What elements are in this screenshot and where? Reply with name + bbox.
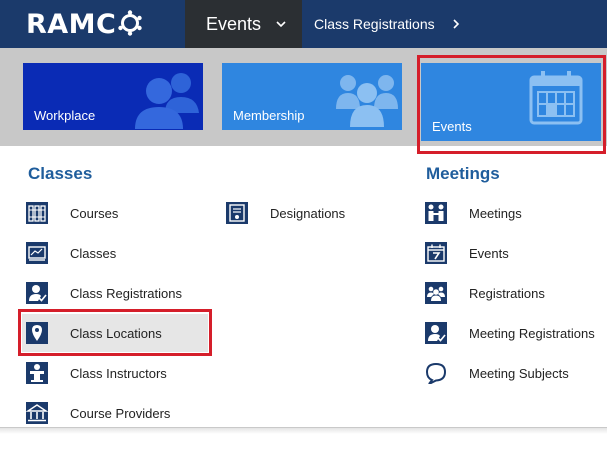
- certificate-icon: [226, 202, 248, 224]
- menu-item-label: Class Instructors: [70, 365, 167, 381]
- menu-item-label: Registrations: [469, 285, 545, 301]
- building-icon: [26, 402, 48, 424]
- users-icon: [135, 73, 199, 129]
- ramco-logo[interactable]: RAMC: [26, 8, 143, 40]
- logo-text: RAMC: [26, 8, 117, 40]
- menu-item-label: Meetings: [469, 205, 522, 221]
- logo-gear-icon: [118, 10, 143, 36]
- menu-item-classes[interactable]: Classes: [26, 241, 116, 265]
- menu-item-label: Course Providers: [70, 405, 171, 421]
- menu-item-meeting-subjects[interactable]: Meeting Subjects: [425, 361, 569, 385]
- menu-item-label: Events: [469, 245, 509, 261]
- chalkboard-icon: [26, 242, 48, 264]
- menu-item-meetings[interactable]: Meetings: [425, 201, 522, 225]
- lectern-icon: [26, 362, 48, 384]
- tile-membership-label: Membership: [233, 108, 305, 123]
- menu-item-label: Meeting Registrations: [469, 325, 595, 341]
- menu-item-label: Designations: [270, 205, 346, 221]
- group-icon: [336, 75, 398, 127]
- breadcrumb-label: Class Registrations: [314, 16, 435, 32]
- meetings-section-title: Meetings: [426, 164, 500, 183]
- chevron-right-icon: [453, 19, 459, 29]
- group-icon: [425, 282, 447, 304]
- tile-workplace[interactable]: Workplace: [23, 63, 203, 130]
- highlight-box-class-locations: [18, 309, 212, 356]
- breadcrumb-class-registrations[interactable]: Class Registrations: [314, 0, 461, 48]
- menu-item-label: Meeting Subjects: [469, 365, 569, 381]
- menu-bottom-shadow: [0, 428, 607, 434]
- menu-item-courses[interactable]: Courses: [26, 201, 118, 225]
- menu-item-designations[interactable]: Designations: [226, 201, 345, 225]
- handshake-icon: [425, 202, 447, 224]
- speech-bubble-icon: [425, 362, 447, 384]
- person-check-icon: [26, 282, 48, 304]
- menu-item-meeting-registrations[interactable]: Meeting Registrations: [425, 321, 595, 345]
- chevron-down-icon: [276, 21, 286, 28]
- menu-item-label: Classes: [70, 245, 117, 261]
- classes-section-title: Classes: [28, 164, 93, 183]
- calendar-7-icon: [425, 242, 447, 264]
- menu-item-label: Courses: [70, 205, 119, 221]
- menu-item-events[interactable]: Events: [425, 241, 509, 265]
- tile-membership[interactable]: Membership: [222, 63, 402, 130]
- menu-item-registrations[interactable]: Registrations: [425, 281, 545, 305]
- menu-item-course-providers[interactable]: Course Providers: [26, 401, 170, 425]
- tile-workplace-label: Workplace: [34, 108, 96, 123]
- highlight-box-events-tile: [417, 55, 606, 154]
- top-bar: RAMC Events Class Registrations: [0, 0, 607, 48]
- menu-item-class-instructors[interactable]: Class Instructors: [26, 361, 167, 385]
- nav-events-menu[interactable]: Events: [185, 0, 302, 48]
- menu-item-label: Class Registrations: [70, 285, 182, 301]
- menu-item-class-registrations[interactable]: Class Registrations: [26, 281, 182, 305]
- person-check-icon: [425, 322, 447, 344]
- nav-events-label: Events: [206, 13, 262, 34]
- books-icon: [26, 202, 48, 224]
